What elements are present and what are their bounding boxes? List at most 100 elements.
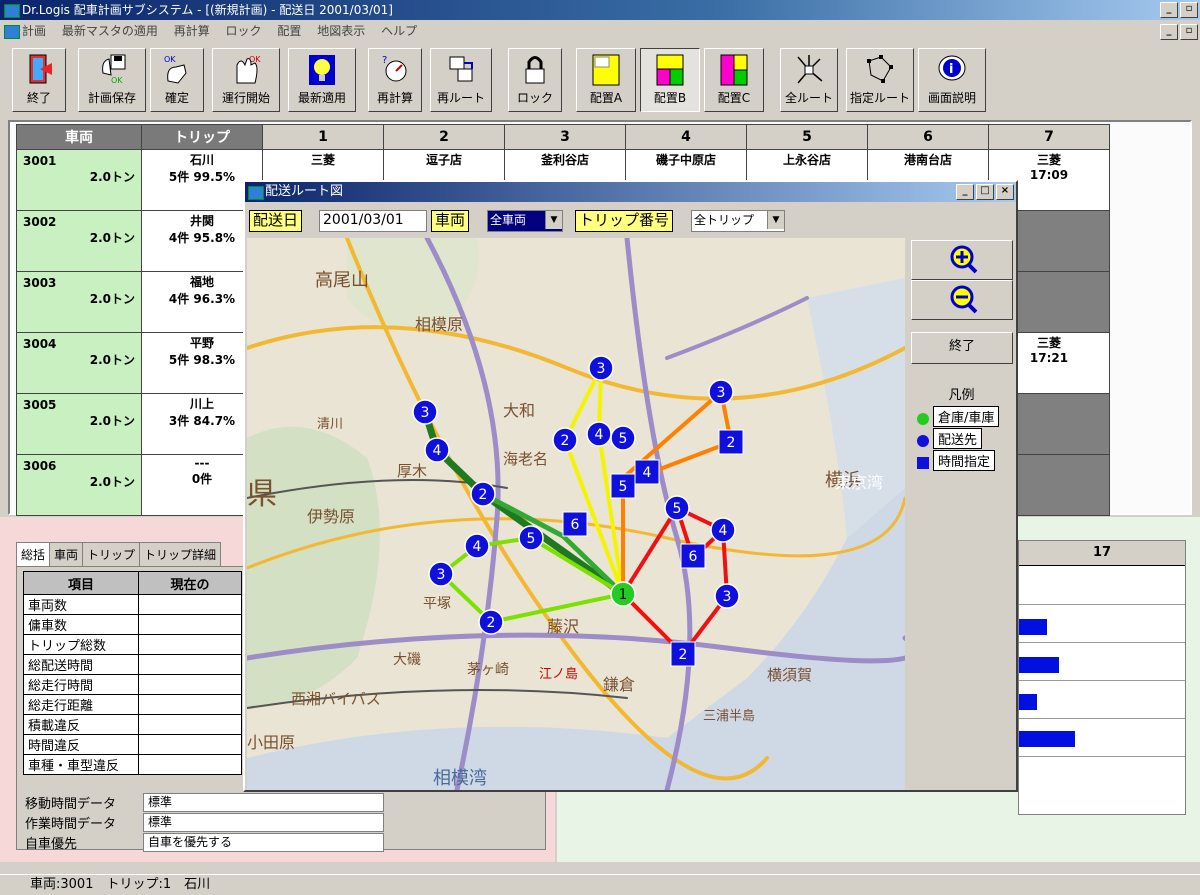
svg-text:2: 2 — [679, 647, 688, 663]
time-bar[interactable] — [1019, 657, 1059, 673]
stop-marker[interactable]: 5 — [518, 525, 544, 551]
timed-stop-marker[interactable]: 2 — [670, 641, 696, 667]
chevron-down-icon[interactable]: ▼ — [767, 211, 784, 229]
stop-marker[interactable]: 4 — [710, 517, 736, 543]
stop-marker[interactable]: 3 — [428, 561, 454, 587]
travel-time-value[interactable]: 標準 — [143, 793, 384, 812]
stop-marker[interactable]: 3 — [588, 355, 614, 381]
popup-minimize-button[interactable]: _ — [956, 184, 974, 200]
stop-marker[interactable]: 3 — [708, 379, 734, 405]
stop-marker[interactable]: 4 — [586, 421, 612, 447]
col-4[interactable]: 4 — [625, 124, 747, 150]
menu-plan[interactable]: 計画 — [22, 20, 46, 42]
timed-stop-marker[interactable]: 5 — [610, 473, 636, 499]
stop-marker[interactable]: 2 — [478, 609, 504, 635]
trip-select[interactable]: 全トリップ ▼ — [691, 210, 785, 232]
map-close-button[interactable]: 終了 — [911, 332, 1013, 364]
lightbulb-icon — [307, 53, 337, 87]
vehicle-select[interactable]: 全車両 ▼ — [487, 210, 563, 232]
menu-lock[interactable]: ロック — [226, 20, 262, 42]
timed-stop-marker[interactable]: 6 — [680, 543, 706, 569]
timed-stop-marker[interactable]: 2 — [718, 429, 744, 455]
layout-b-icon — [655, 53, 685, 87]
col-trip[interactable]: トリップ — [141, 124, 263, 150]
col-6[interactable]: 6 — [867, 124, 989, 150]
menu-recalc[interactable]: 再計算 — [174, 20, 210, 42]
tab-trip-detail[interactable]: トリップ詳細 — [139, 542, 222, 566]
menu-layout[interactable]: 配置 — [277, 20, 301, 42]
menu-map[interactable]: 地図表示 — [317, 20, 365, 42]
svg-text:3: 3 — [723, 589, 732, 605]
zoom-in-button[interactable] — [911, 240, 1013, 280]
route-map-canvas[interactable]: 高尾山 相模原 大和 横浜 東京湾 横須賀 鎌倉 藤沢 江ノ島 厚木 海老名 伊… — [247, 238, 905, 790]
timed-stop-marker[interactable]: 4 — [634, 459, 660, 485]
layout-c-button[interactable]: 配置C — [704, 48, 764, 112]
confirm-button[interactable]: OK 確定 — [150, 48, 204, 112]
date-field[interactable]: 2001/03/01 — [319, 210, 427, 232]
time-bar[interactable] — [1019, 731, 1075, 747]
route-map-title-bar: 配送ルート図 _ □ × — [245, 182, 1016, 202]
col-5[interactable]: 5 — [746, 124, 868, 150]
summary-item: トリップ総数 — [23, 634, 139, 655]
minimize-button[interactable]: _ — [1160, 2, 1178, 18]
menu-apply-master[interactable]: 最新マスタの適用 — [62, 20, 158, 42]
reroute-button[interactable]: 再ルート — [430, 48, 492, 112]
stop-marker[interactable]: 2 — [552, 427, 578, 453]
menu-help[interactable]: ヘルプ — [381, 20, 417, 42]
summary-item: 積載違反 — [23, 714, 139, 735]
col-3[interactable]: 3 — [504, 124, 626, 150]
map-label: 鎌倉 — [603, 675, 635, 694]
tab-vehicle[interactable]: 車両 — [49, 542, 84, 566]
svg-text:3: 3 — [437, 567, 446, 583]
layout-a-button[interactable]: 配置A — [576, 48, 636, 112]
lock-button[interactable]: ロック — [508, 48, 562, 112]
selected-route-button[interactable]: 指定ルート — [846, 48, 914, 112]
summary-value — [138, 694, 242, 715]
col-vehicle[interactable]: 車両 — [16, 124, 142, 150]
svg-text:OK: OK — [164, 55, 176, 64]
stop-marker[interactable]: 5 — [664, 495, 690, 521]
map-label: 相模湾 — [433, 768, 487, 789]
start-operation-icon: OK — [231, 53, 261, 87]
time-bar[interactable] — [1019, 619, 1047, 635]
stop-marker[interactable]: 4 — [464, 533, 490, 559]
col-2[interactable]: 2 — [383, 124, 505, 150]
col-7[interactable]: 7 — [988, 124, 1110, 150]
depot-marker[interactable]: 1 — [610, 581, 636, 607]
map-label: 伊勢原 — [307, 507, 355, 526]
tab-summary[interactable]: 総括 — [16, 542, 51, 566]
stop-marker[interactable]: 3 — [714, 583, 740, 609]
tab-trip[interactable]: トリップ — [82, 542, 141, 566]
legend-destination: 配送先 — [917, 428, 983, 449]
summary-item: 時間違反 — [23, 734, 139, 755]
popup-maximize-button[interactable]: □ — [976, 184, 994, 200]
start-operation-button[interactable]: OK 運行開始 — [212, 48, 280, 112]
popup-close-button[interactable]: × — [996, 184, 1014, 200]
trip-select-value: 全トリップ — [694, 213, 755, 227]
stop-marker[interactable]: 4 — [424, 437, 450, 463]
chevron-down-icon[interactable]: ▼ — [545, 211, 562, 229]
doc-minimize-button[interactable]: _ — [1160, 24, 1178, 40]
doc-restore-button[interactable]: ▫ — [1180, 24, 1198, 40]
screen-help-button[interactable]: i 画面説明 — [918, 48, 986, 112]
svg-text:i: i — [949, 62, 953, 77]
recalc-button[interactable]: ? 再計算 — [368, 48, 422, 112]
exit-button[interactable]: 終了 — [12, 48, 66, 112]
layout-b-button[interactable]: 配置B — [640, 48, 700, 112]
restore-button[interactable]: ▫ — [1180, 2, 1198, 18]
map-label: 清川 — [317, 417, 343, 432]
all-routes-button[interactable]: 全ルート — [780, 48, 838, 112]
own-vehicle-value[interactable]: 自車を優先する — [143, 833, 384, 852]
time-bar[interactable] — [1019, 694, 1037, 710]
work-time-value[interactable]: 標準 — [143, 813, 384, 832]
item-header: 項目 — [23, 571, 139, 595]
stop-marker[interactable]: 5 — [610, 425, 636, 451]
apply-latest-button[interactable]: 最新適用 — [288, 48, 356, 112]
stop-marker[interactable]: 3 — [412, 399, 438, 425]
save-plan-button[interactable]: OK 計画保存 — [78, 48, 146, 112]
timed-stop-marker[interactable]: 6 — [562, 511, 588, 537]
col-1[interactable]: 1 — [262, 124, 384, 150]
zoom-out-button[interactable] — [911, 280, 1013, 320]
stop-marker[interactable]: 2 — [470, 481, 496, 507]
route-map[interactable]: 高尾山 相模原 大和 横浜 東京湾 横須賀 鎌倉 藤沢 江ノ島 厚木 海老名 伊… — [247, 238, 905, 790]
